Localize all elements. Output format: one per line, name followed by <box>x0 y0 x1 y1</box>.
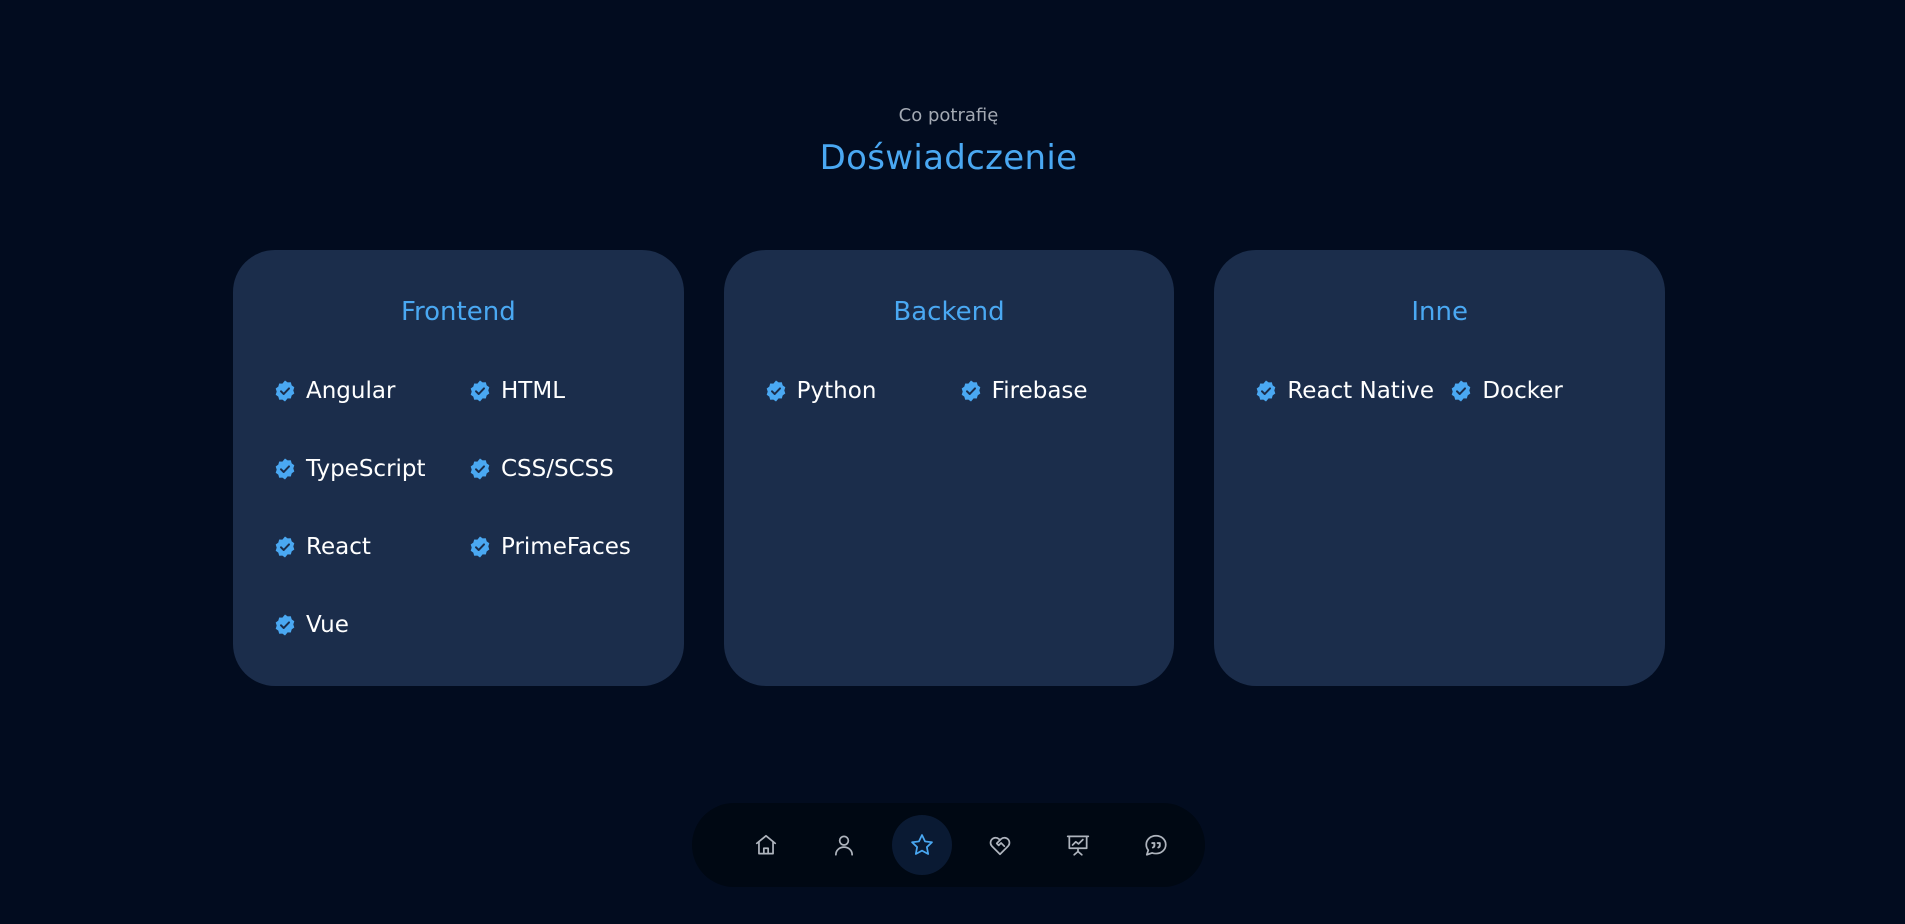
skill-list: React Native Docker <box>1214 374 1665 408</box>
heart-handshake-icon <box>989 836 1011 856</box>
card-other: Inne React Native Docker <box>1214 250 1666 686</box>
nav-services-button[interactable] <box>970 815 1030 875</box>
skill-label: Angular <box>306 378 396 404</box>
skill-item: CSS/SCSS <box>468 452 663 486</box>
verified-check-icon <box>961 380 980 402</box>
skill-item: Firebase <box>959 374 1154 408</box>
skill-label: React Native <box>1287 378 1434 404</box>
verified-check-icon <box>470 458 490 480</box>
nav-testimonials-button[interactable] <box>1126 815 1186 875</box>
user-icon <box>835 835 853 856</box>
card-title: Frontend <box>400 297 516 327</box>
skill-cards: Frontend Angular HTML TypeScript CSS/SCS… <box>233 250 1666 686</box>
skill-label: React <box>306 534 371 560</box>
nav-about-button[interactable] <box>814 815 874 875</box>
card-title: Inne <box>1411 297 1468 327</box>
skill-label: Firebase <box>991 378 1088 404</box>
skill-item: React Native <box>1254 374 1449 408</box>
skill-label: Vue <box>306 612 349 638</box>
star-icon <box>911 834 933 855</box>
skill-list: Python Firebase <box>724 374 1175 408</box>
verified-check-icon <box>275 614 295 636</box>
skill-item: Angular <box>273 374 468 408</box>
verified-check-icon <box>1257 380 1276 402</box>
bottom-nav <box>692 803 1205 887</box>
home-icon <box>755 834 777 855</box>
skill-label: CSS/SCSS <box>501 456 614 482</box>
nav-experience-button[interactable] <box>892 815 952 875</box>
skill-item: Docker <box>1449 374 1644 408</box>
skill-item: HTML <box>468 374 663 408</box>
skill-label: TypeScript <box>306 456 426 482</box>
skill-label: PrimeFaces <box>501 534 631 560</box>
section-subtitle: Co potrafię <box>898 105 999 126</box>
card-backend: Backend Python Firebase <box>723 250 1175 686</box>
skill-label: HTML <box>501 378 566 404</box>
nav-home-button[interactable] <box>736 815 796 875</box>
presentation-chart-icon <box>1066 835 1090 856</box>
experience-section: Co potrafię Doświadczenie Frontend Angul… <box>0 0 1905 924</box>
skill-list: Angular HTML TypeScript CSS/SCSS React P… <box>233 374 684 642</box>
card-frontend: Frontend Angular HTML TypeScript CSS/SCS… <box>233 250 684 686</box>
card-title: Backend <box>893 297 1005 327</box>
verified-check-icon <box>275 380 295 402</box>
nav-portfolio-button[interactable] <box>1048 815 1108 875</box>
verified-check-icon <box>1452 380 1471 402</box>
verified-check-icon <box>766 380 785 402</box>
skill-item: React <box>273 530 468 564</box>
skill-item: Vue <box>273 608 468 642</box>
section-title: Doświadczenie <box>819 138 1078 178</box>
verified-check-icon <box>470 536 490 558</box>
skill-item: TypeScript <box>273 452 468 486</box>
skill-label: Python <box>796 378 877 404</box>
skill-item: PrimeFaces <box>468 530 663 564</box>
verified-check-icon <box>275 458 295 480</box>
skill-label: Docker <box>1482 378 1563 404</box>
skill-item: Python <box>764 374 959 408</box>
quote-bubble-icon <box>1145 834 1167 856</box>
verified-check-icon <box>275 536 295 558</box>
verified-check-icon <box>470 380 490 402</box>
